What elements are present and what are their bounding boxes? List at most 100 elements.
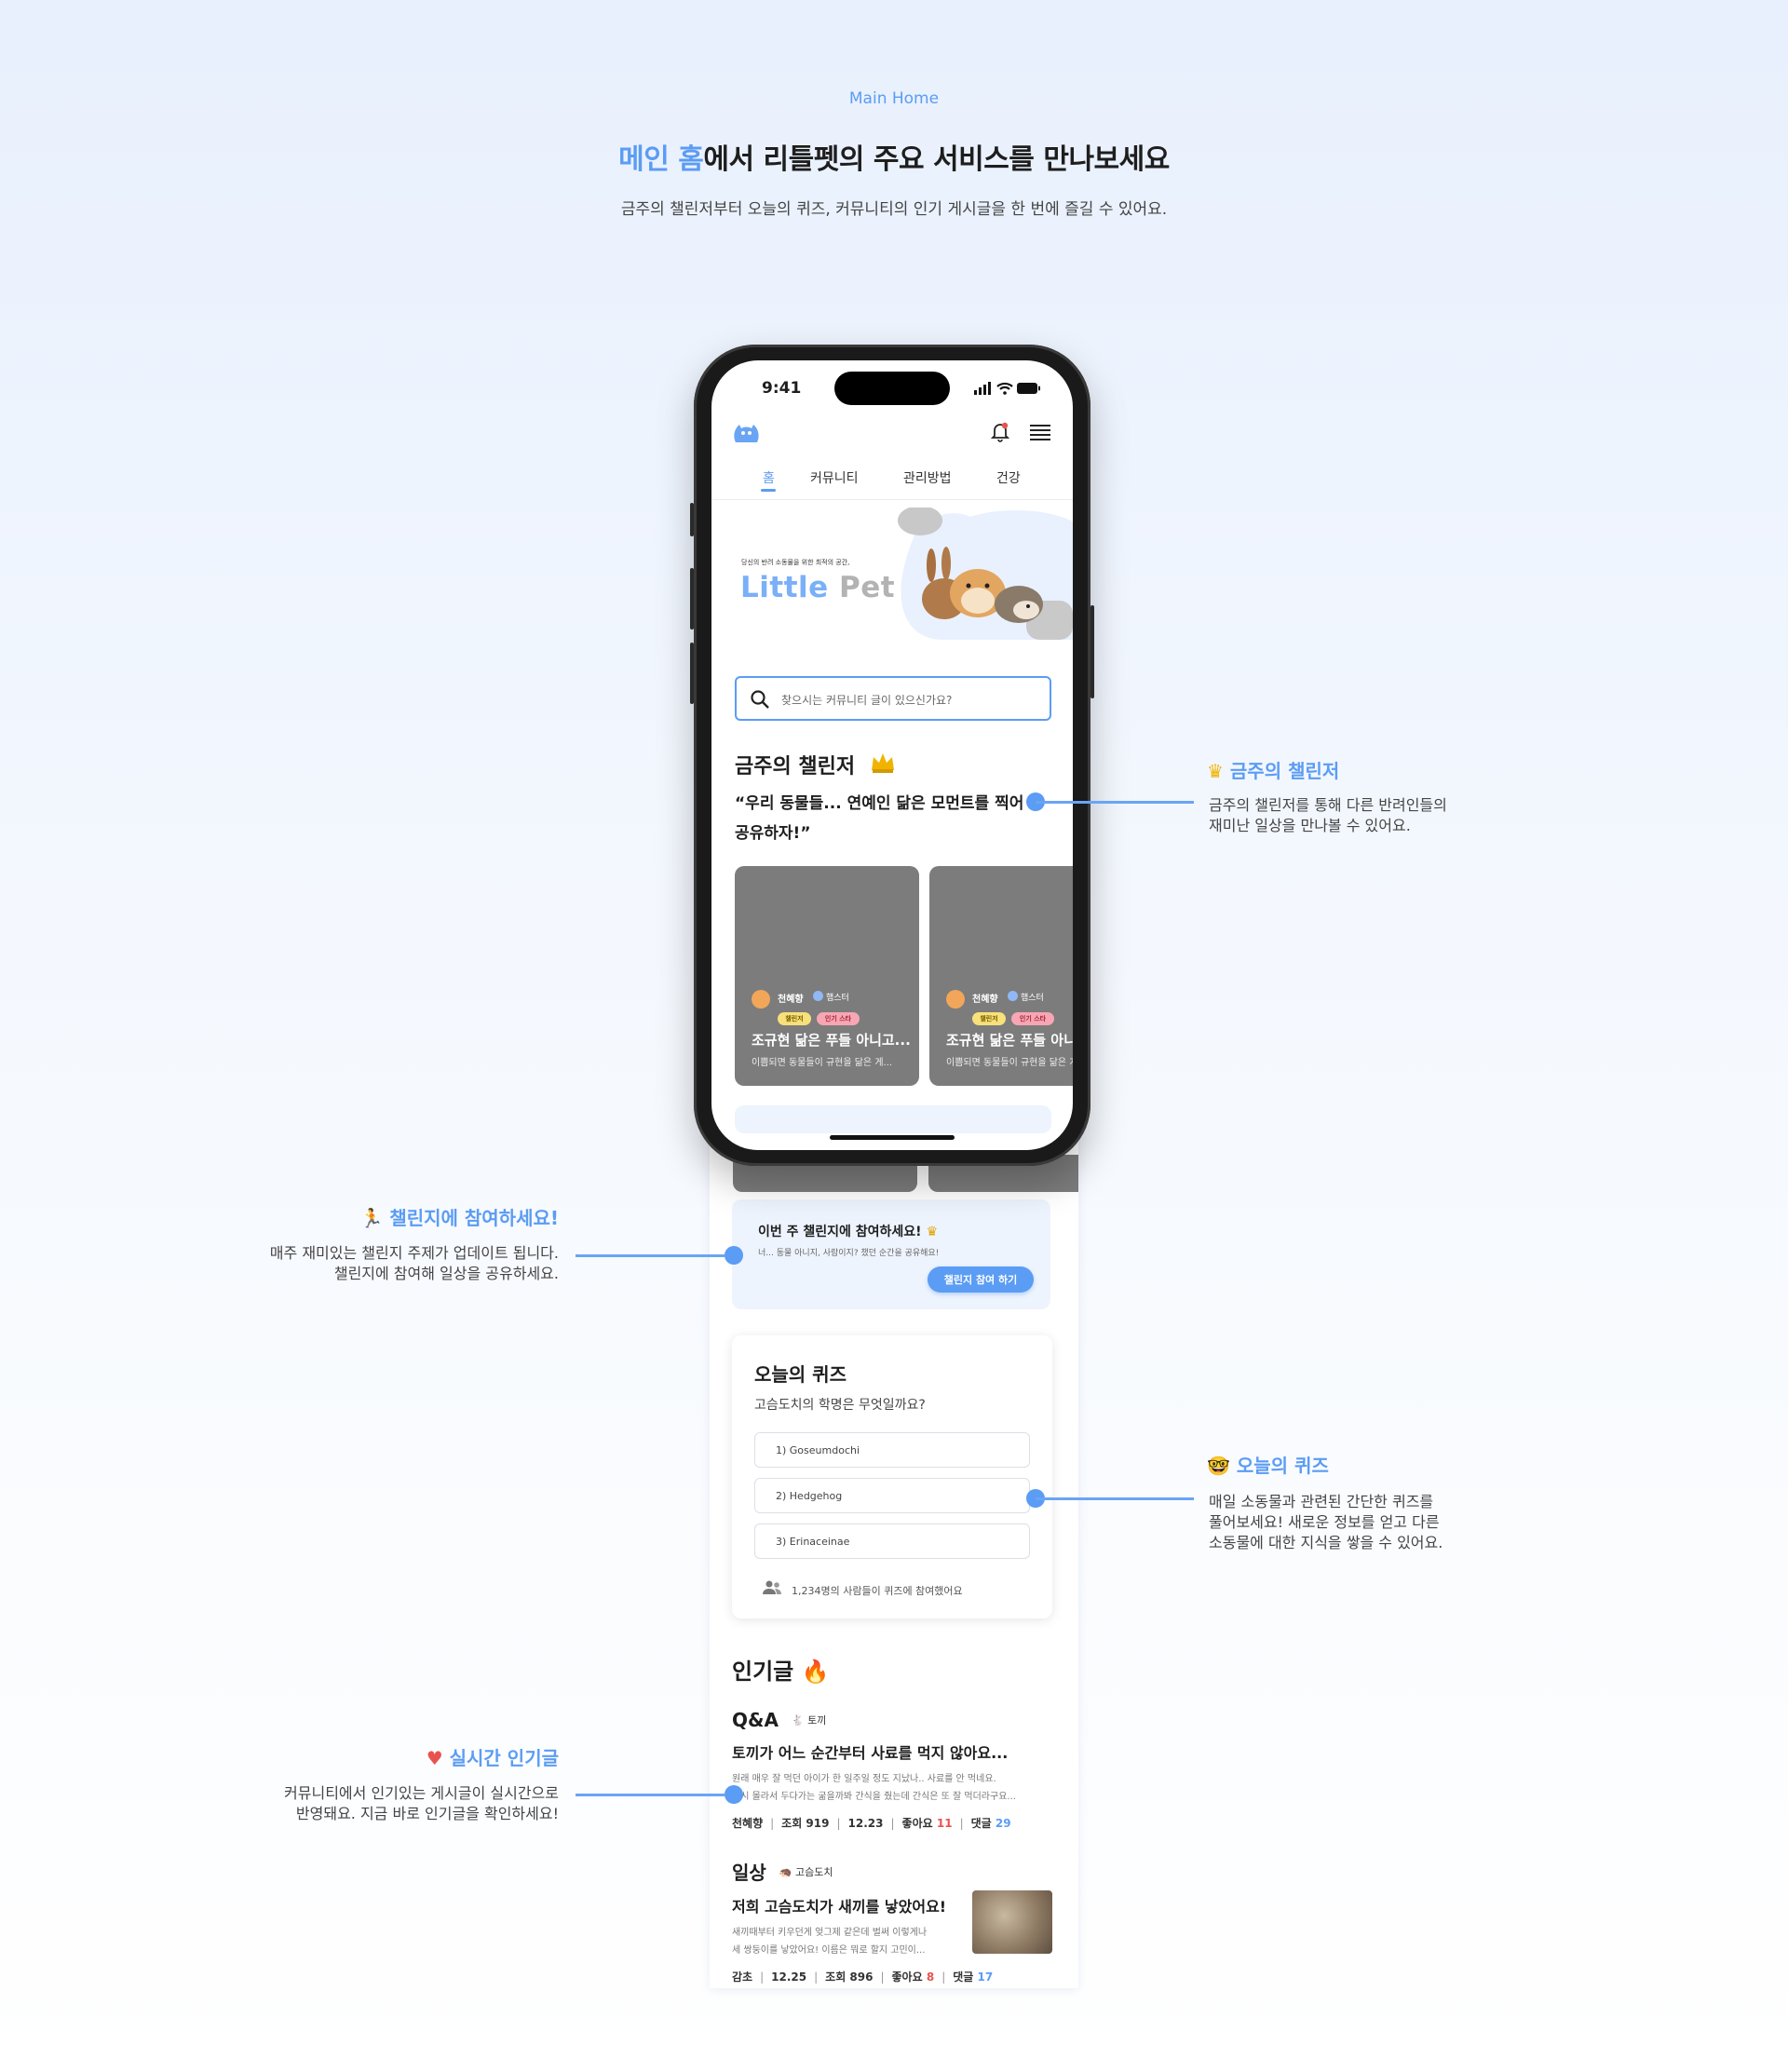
annotation-line <box>576 1254 725 1257</box>
post-meta: 천혜향 | 조회 919 | 12.23 | 좋아요 11 | 댓글 29 <box>732 1817 1011 1830</box>
join-challenge-button[interactable]: 챌린지 참여 하기 <box>928 1266 1034 1293</box>
post-category: Q&A <box>732 1709 779 1731</box>
phone-side-button <box>690 643 694 704</box>
annotation-quiz-desc: 매일 소동물과 관련된 간단한 퀴즈를 풀어보세요! 새로운 정보를 얻고 다른 소… <box>1209 1493 1443 1551</box>
post-title: 토끼가 어느 순간부터 사료를 먹지 않아요... <box>732 1744 1009 1762</box>
species-icon <box>813 991 823 1001</box>
quiz-participants: 1,234명의 사람들이 퀴즈에 참여했어요 <box>792 1585 963 1597</box>
next-section-peek <box>735 1105 1051 1133</box>
card-title: 조규현 닮은 푸들 아니고... <box>946 1032 1073 1049</box>
app-logo-icon[interactable] <box>732 420 760 444</box>
pets-illustration <box>898 508 1073 640</box>
hero-logo: Little Pet <box>740 571 896 604</box>
bell-icon[interactable] <box>991 422 1009 442</box>
author-avatar <box>752 990 770 1009</box>
species-label: 햄스터 <box>826 994 849 1003</box>
quiz-option-1[interactable]: 1) Goseumdochi <box>754 1432 1030 1468</box>
card-title: 조규현 닮은 푸들 아니고... <box>752 1032 911 1049</box>
quiz-question: 고슴도치의 학명은 무엇일까요? <box>754 1398 926 1413</box>
rabbit-icon: 🐇 <box>791 1714 805 1727</box>
section-eyebrow: Main Home <box>848 89 940 108</box>
hamburger-menu-icon[interactable] <box>1030 424 1050 440</box>
challenge-cta-card: 이번 주 챌린지에 참여하세요! ♛ 너... 동물 아니지, 사람이지? 챘던… <box>732 1199 1050 1309</box>
tab-health[interactable]: 건강 <box>996 468 1021 487</box>
crown-icon: ♛ <box>926 1225 939 1239</box>
popular-star-badge: 인기 스타 <box>1011 1012 1054 1025</box>
nerd-face-icon: 🤓 <box>1207 1455 1230 1477</box>
home-indicator <box>830 1135 955 1140</box>
challenger-card[interactable]: 천혜향 햄스터 챌린저 인기 스타 조규현 닮은 푸들 아니고... 이쁨되면 … <box>929 866 1073 1086</box>
annotation-line <box>1036 1497 1194 1500</box>
annotation-line <box>1036 801 1194 804</box>
fire-icon: 🔥 <box>801 1659 830 1685</box>
post-species-tag: 🐇 토끼 <box>791 1714 827 1727</box>
popular-star-badge: 인기 스타 <box>817 1012 860 1025</box>
post-thumbnail <box>972 1890 1052 1954</box>
annotation-join-desc: 매주 재미있는 챌린지 주제가 업데이트 됩니다. 챌린지에 참여해 일상을 공유… <box>269 1244 559 1282</box>
hero-banner: 당신의 반려 소동물을 위한 최적의 공간, Little Pet <box>711 500 1073 640</box>
annotation-join-title: 🏃 챌린지에 참여하세요! <box>359 1207 559 1229</box>
headline-highlight: 메인 홈 <box>618 143 704 176</box>
crown-icon: ♛ <box>1207 760 1224 782</box>
phone-mockup: 9:41 홈 커뮤니티 관리방법 건강 당신의 반려 소동물을 위한 최적의 공… <box>690 345 1094 1166</box>
status-time: 9:41 <box>762 379 802 398</box>
crown-icon <box>872 753 894 773</box>
hero-tagline: 당신의 반려 소동물을 위한 최적의 공간, <box>741 559 850 566</box>
scroll-continuation: 이번 주 챌린지에 참여하세요! ♛ 너... 동물 아니지, 사람이지? 챘던… <box>710 1071 1078 1988</box>
challenger-title: 금주의 챌린저 <box>735 755 856 779</box>
quiz-option-3[interactable]: 3) Erinaceinae <box>754 1524 1030 1559</box>
challenger-card[interactable]: 천혜향 햄스터 챌린저 인기 스타 조규현 닮은 푸들 아니고... 이쁨되면 … <box>735 866 919 1086</box>
challenge-cta-subtitle: 너... 동물 아니지, 사람이지? 챘던 순간을 공유해요! <box>758 1249 940 1258</box>
annotation-dot <box>725 1246 743 1265</box>
author-name: 천혜향 <box>972 995 998 1005</box>
section-subline: 금주의 챌린저부터 오늘의 퀴즈, 커뮤니티의 인기 게시글을 한 번에 즐길 … <box>620 200 1168 219</box>
dynamic-island <box>834 372 950 405</box>
annotation-challenger-title: ♛ 금주의 챌린저 <box>1207 760 1340 782</box>
card-snippet: 이쁨되면 동물들이 규현을 닮은 게... <box>752 1058 893 1068</box>
active-tab-indicator <box>761 489 776 492</box>
phone-side-button <box>1090 605 1094 698</box>
species-label: 햄스터 <box>1021 994 1044 1003</box>
annotation-popular-desc: 커뮤니티에서 인기있는 게시글이 실시간으로 반영돼요. 지금 바로 인기글을 확… <box>284 1784 559 1822</box>
card-snippet: 이쁨되면 동물들이 규현을 닮은 게... <box>946 1058 1073 1068</box>
quiz-title: 오늘의 퀴즈 <box>754 1363 847 1386</box>
annotation-line <box>576 1794 725 1796</box>
main-tabs: 홈 커뮤니티 관리방법 건강 <box>711 459 1073 500</box>
author-avatar <box>946 990 965 1009</box>
popular-title: 인기글 🔥 <box>732 1659 830 1685</box>
annotation-dot <box>725 1785 743 1804</box>
tab-home[interactable]: 홈 <box>763 468 775 487</box>
post-species-tag: 🦔 고슴도치 <box>779 1865 833 1878</box>
species-icon <box>1008 991 1018 1001</box>
quiz-option-2[interactable]: 2) Hedgehog <box>754 1478 1030 1513</box>
tab-care[interactable]: 관리방법 <box>903 468 952 487</box>
search-placeholder: 찾으시는 커뮤니티 글이 있으신가요? <box>781 694 953 707</box>
wifi-icon <box>996 382 1013 395</box>
people-icon <box>763 1580 781 1594</box>
battery-icon <box>1017 383 1040 394</box>
runner-icon: 🏃 <box>359 1207 384 1229</box>
heart-icon: ♥ <box>426 1747 443 1769</box>
post-meta: 감초 | 12.25 | 조회 896 | 좋아요 8 | 댓글 17 <box>732 1970 994 1984</box>
challenger-badge: 챌린저 <box>778 1012 811 1025</box>
headline-rest: 에서 리틀펫의 주요 서비스를 만나보세요 <box>703 143 1170 176</box>
hedgehog-icon: 🦔 <box>779 1865 792 1878</box>
section-headline: 메인 홈에서 리틀펫의 주요 서비스를 만나보세요 <box>0 136 1788 177</box>
popular-post[interactable]: Q&A 🐇 토끼 토끼가 어느 순간부터 사료를 먹지 않아요... 원래 매우 … <box>732 1709 1058 1831</box>
signal-icon <box>974 382 991 395</box>
annotation-quiz-title: 🤓 오늘의 퀴즈 <box>1207 1455 1329 1477</box>
search-input[interactable]: 찾으시는 커뮤니티 글이 있으신가요? <box>735 676 1051 721</box>
phone-side-button <box>690 503 694 536</box>
tab-community[interactable]: 커뮤니티 <box>810 468 859 487</box>
annotation-popular-title: ♥ 실시간 인기글 <box>426 1747 559 1769</box>
challenger-quote: “우리 동물들... 연예인 닮은 모먼트를 찍어 공유하자!” <box>735 794 1024 843</box>
quiz-card: 오늘의 퀴즈 고슴도치의 학명은 무엇일까요? 1) Goseumdochi 2… <box>732 1335 1052 1618</box>
post-category: 일상 <box>732 1862 766 1884</box>
annotation-challenger-desc: 금주의 챌린저를 통해 다른 반려인들의 재미난 일상을 만나볼 수 있어요. <box>1209 796 1447 834</box>
author-name: 천혜향 <box>778 995 804 1005</box>
phone-screen: 9:41 홈 커뮤니티 관리방법 건강 당신의 반려 소동물을 위한 최적의 공… <box>711 360 1073 1150</box>
post-body: 원래 매우 잘 먹던 아이가 한 일주일 정도 지났나.. 사료를 안 먹네요.… <box>732 1774 1016 1802</box>
search-icon <box>751 690 769 709</box>
challenger-badge: 챌린저 <box>972 1012 1006 1025</box>
challenge-cta-title: 이번 주 챌린지에 참여하세요! ♛ <box>758 1225 939 1239</box>
